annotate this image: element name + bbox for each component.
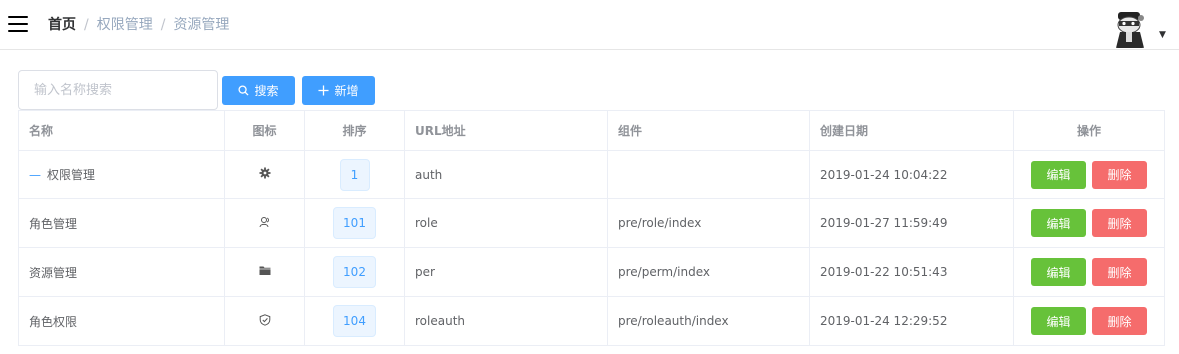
sort-cell: 1 bbox=[304, 150, 405, 199]
url-cell: per bbox=[404, 247, 608, 297]
edit-button[interactable]: 编辑 bbox=[1031, 160, 1086, 189]
plus-icon bbox=[318, 85, 330, 96]
sort-tag: 1 bbox=[339, 158, 370, 191]
icon-cell bbox=[224, 150, 305, 199]
name-cell: 角色权限 bbox=[18, 296, 225, 346]
column-header-actions: 操作 bbox=[1013, 110, 1165, 151]
column-header-url: URL地址 bbox=[404, 110, 608, 151]
avatar[interactable] bbox=[1110, 8, 1150, 48]
hamburger-menu-icon[interactable] bbox=[8, 15, 28, 33]
created-date-cell: 2019-01-22 10:51:43 bbox=[809, 247, 1014, 297]
delete-button[interactable]: 删除 bbox=[1092, 160, 1147, 189]
breadcrumb-separator: / bbox=[84, 17, 89, 33]
breadcrumb-permission-management: 权限管理 bbox=[96, 17, 153, 33]
table-row: 角色权限 104 roleauth pre/roleauth/index 201… bbox=[18, 296, 1165, 346]
actions-cell: 编辑 删除 bbox=[1013, 247, 1165, 297]
breadcrumb-resource-management: 资源管理 bbox=[173, 17, 230, 33]
edit-button[interactable]: 编辑 bbox=[1031, 209, 1086, 237]
search-input[interactable] bbox=[18, 70, 218, 110]
created-date-cell: 2019-01-27 11:59:49 bbox=[809, 198, 1014, 248]
delete-button[interactable]: 删除 bbox=[1092, 209, 1147, 237]
sort-tag: 101 bbox=[333, 207, 376, 239]
shield-check-icon bbox=[259, 313, 270, 326]
name-cell: 资源管理 bbox=[18, 247, 225, 297]
delete-button[interactable]: 删除 bbox=[1092, 258, 1147, 286]
column-header-created: 创建日期 bbox=[809, 110, 1014, 151]
created-date-cell: 2019-01-24 10:04:22 bbox=[809, 150, 1014, 199]
tree-collapse-icon[interactable]: — bbox=[29, 168, 41, 182]
edit-button[interactable]: 编辑 bbox=[1031, 307, 1086, 335]
table-row: 角色管理 101 role pre/role/index 2019-01-27 … bbox=[18, 198, 1165, 248]
navbar: 首页 / 权限管理 / 资源管理 ▼ bbox=[0, 0, 1179, 50]
breadcrumb-separator: / bbox=[160, 17, 166, 33]
component-cell: pre/perm/index bbox=[607, 247, 810, 297]
column-header-icon: 图标 bbox=[224, 110, 305, 151]
table-row: 资源管理 102 per pre/perm/index 2019-01-22 1… bbox=[18, 247, 1165, 297]
delete-button[interactable]: 删除 bbox=[1092, 307, 1147, 335]
edit-button[interactable]: 编辑 bbox=[1031, 258, 1086, 286]
name-cell: 角色管理 bbox=[18, 198, 225, 248]
breadcrumb: 首页 / 权限管理 / 资源管理 bbox=[48, 16, 229, 34]
icon-cell bbox=[224, 247, 305, 297]
resource-name: 权限管理 bbox=[47, 168, 96, 182]
actions-cell: 编辑 删除 bbox=[1013, 296, 1165, 346]
sort-cell: 104 bbox=[304, 296, 405, 346]
actions-cell: 编辑 删除 bbox=[1013, 150, 1165, 199]
caret-down-icon[interactable]: ▼ bbox=[1159, 30, 1166, 40]
resource-table: 名称 图标 排序 URL地址 组件 创建日期 操作 — 权限管理 1 auth 2… bbox=[18, 110, 1165, 346]
sort-tag: 104 bbox=[333, 305, 376, 337]
component-cell bbox=[607, 150, 810, 199]
url-cell: auth bbox=[404, 150, 608, 199]
component-cell: pre/roleauth/index bbox=[607, 296, 810, 346]
icon-cell bbox=[224, 296, 305, 346]
name-cell: — 权限管理 bbox=[18, 150, 225, 199]
column-header-sort: 排序 bbox=[304, 110, 405, 151]
table-header-row: 名称 图标 排序 URL地址 组件 创建日期 操作 bbox=[18, 110, 1165, 151]
actions-cell: 编辑 删除 bbox=[1013, 198, 1165, 248]
breadcrumb-home[interactable]: 首页 bbox=[48, 17, 76, 33]
url-cell: roleauth bbox=[404, 296, 608, 346]
add-button-label: 新增 bbox=[334, 84, 359, 98]
search-button-label: 搜索 bbox=[254, 84, 279, 98]
component-cell: pre/role/index bbox=[607, 198, 810, 248]
sort-cell: 102 bbox=[304, 247, 405, 297]
sort-cell: 101 bbox=[304, 198, 405, 248]
folder-icon bbox=[259, 266, 270, 275]
sort-tag: 102 bbox=[333, 256, 376, 288]
search-icon bbox=[238, 85, 250, 96]
column-header-component: 组件 bbox=[607, 110, 810, 151]
created-date-cell: 2019-01-24 12:29:52 bbox=[809, 296, 1014, 346]
table-row: — 权限管理 1 auth 2019-01-24 10:04:22 编辑 删除 bbox=[18, 150, 1165, 199]
add-button[interactable]: 新增 bbox=[302, 76, 375, 105]
user-icon bbox=[259, 216, 269, 227]
url-cell: role bbox=[404, 198, 608, 248]
gear-icon bbox=[259, 167, 270, 179]
search-button[interactable]: 搜索 bbox=[222, 76, 295, 105]
column-header-name: 名称 bbox=[18, 110, 225, 151]
icon-cell bbox=[224, 198, 305, 248]
